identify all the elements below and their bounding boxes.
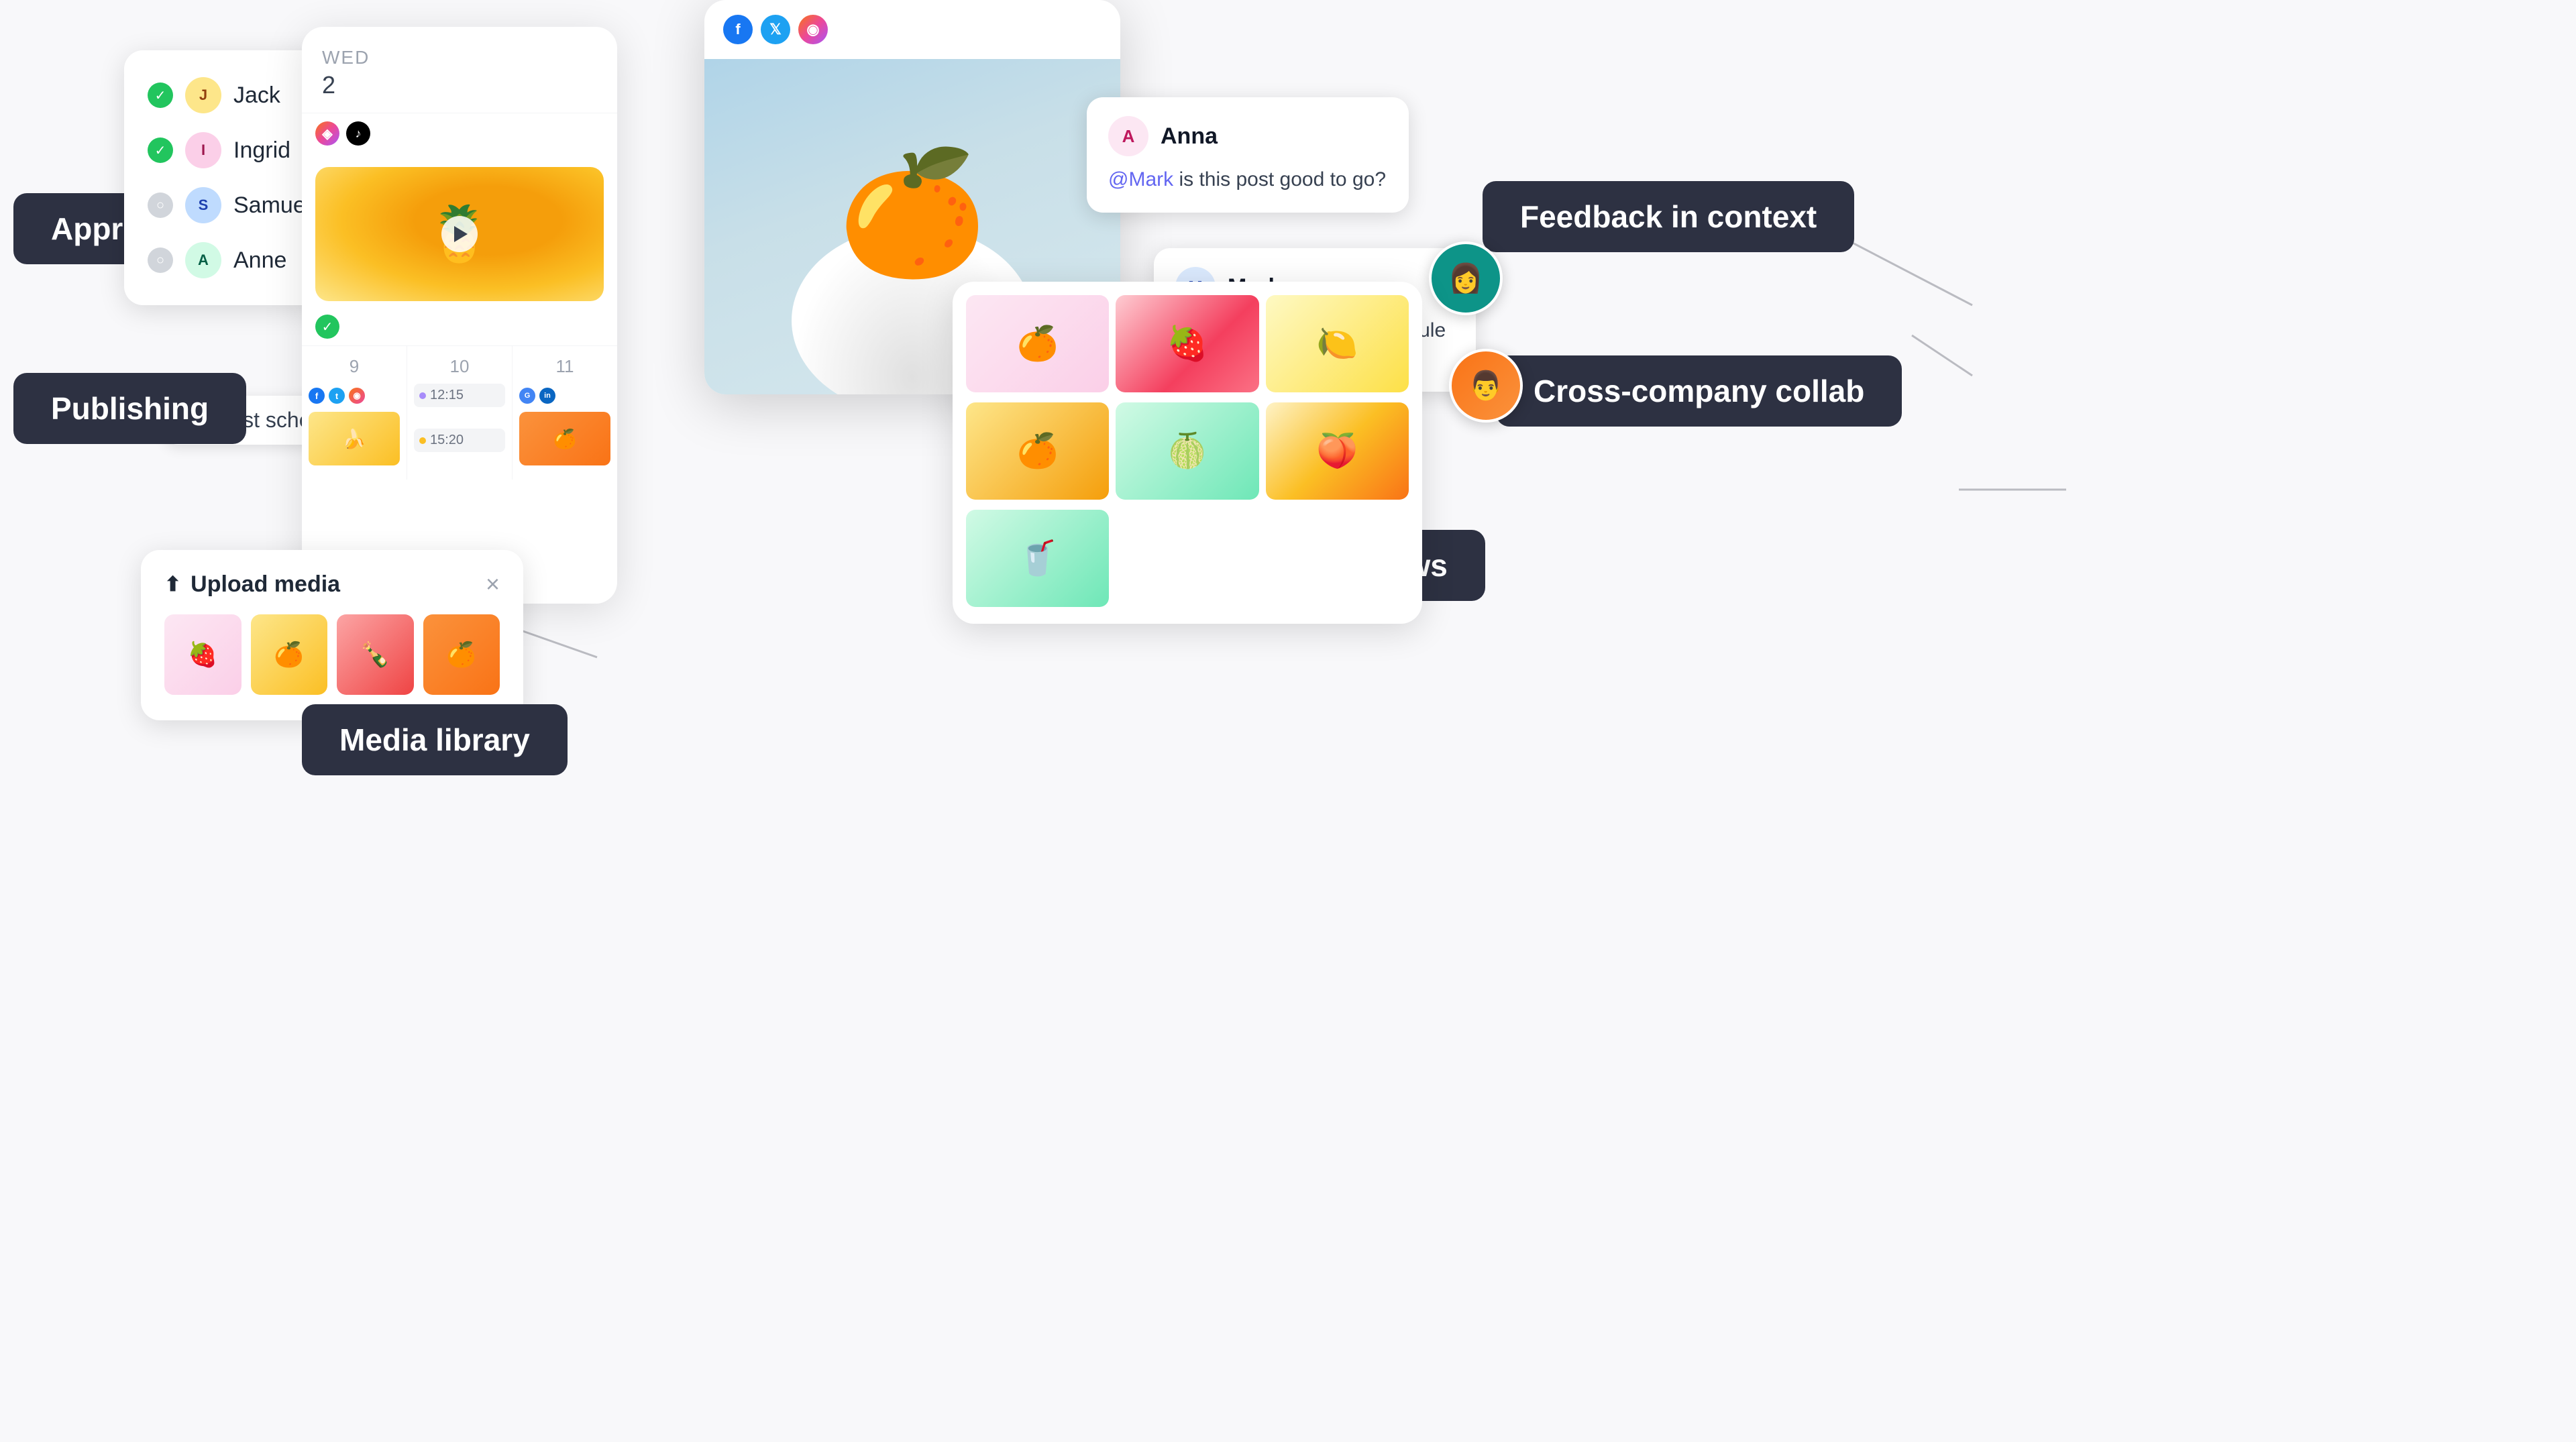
media-grid: 🍊 🍓 🍋 🍊 🍈 🍑 [966,295,1409,610]
cal-col-11: 11 G in 🍊 [513,346,617,480]
play-button[interactable] [441,216,478,252]
yellow-dot [419,437,426,444]
anna-header: A Anna [1108,116,1387,156]
media-cell-6: 🍑 [1266,402,1409,500]
status-pending-anne: ○ [148,247,173,273]
thumb-wrap-2: 🍊 [251,614,328,700]
avatar-ingrid: I [185,132,221,168]
feedback-in-context-label: Feedback in context [1483,181,1854,252]
anna-text: is this post good to go? [1179,168,1386,190]
media-cell-1: 🍊 [966,295,1109,392]
social-icons-11: G in [519,384,610,408]
name-ingrid: Ingrid [233,137,290,164]
time-1520: 15:20 [430,433,464,448]
upload-header: ⬆ Upload media × [164,570,500,598]
mini-post-11: 🍊 [519,412,610,465]
publishing-label: Publishing [13,373,246,444]
anna-message: @Mark is this post good to go? [1108,166,1387,194]
mini-post-9: 🍌 [309,412,400,465]
name-samuel: Samuel [233,192,311,219]
social-icons-9: f t ◉ [309,384,400,408]
instagram-icon: ◈ [315,121,339,146]
media-thumb-4[interactable]: 🍊 [423,614,500,695]
media-library-label: Media library [302,704,568,775]
timeslot-1215: 12:15 [414,384,505,407]
cal-date-9: 9 [309,356,400,377]
cal-date-10: 10 [414,356,505,377]
tiktok-icon: ♪ [346,121,370,146]
post-social-icons: f 𝕏 ◉ [723,15,828,44]
planning-panel: WED 2 ◈ ♪ 🍍 ✓ 9 [302,27,617,604]
thumb-wrap-4: 🍊 [423,614,500,700]
li-icon-11: in [539,388,555,404]
calendar-lower: 9 f t ◉ 🍌 10 12:15 15:20 [302,345,617,480]
post-header: f 𝕏 ◉ [704,0,1120,59]
thumb-wrap-1: 🍓 [164,614,241,700]
upload-title-text: Upload media [191,571,340,598]
media-cell-7: 🥤 [966,510,1109,607]
media-thumb-1[interactable]: 🍓 [164,614,241,695]
facebook-icon: f [723,15,753,44]
feedback-bubble-anna: A Anna @Mark is this post good to go? [1087,97,1409,213]
media-thumb-3[interactable]: 🍾 [337,614,414,695]
upload-close-button[interactable]: × [486,570,500,598]
timeslot-1520: 15:20 [414,429,505,452]
cal-post-item-1: 🍍 [315,167,604,301]
media-cell-3: 🍋 [1266,295,1409,392]
avatar-anne: A [185,242,221,278]
ig-icon-9: ◉ [349,388,365,404]
purple-dot [419,392,426,399]
media-cell-5: 🍈 [1116,402,1258,500]
media-thumbnails: 🍓 🍊 🍾 🍊 [164,614,500,700]
tw-icon-9: t [329,388,345,404]
check-circle: ✓ [315,315,339,339]
cal-date-11: 11 [519,356,610,377]
avatar-anna: A [1108,116,1148,156]
upload-title: ⬆ Upload media [164,571,340,598]
cal-day-num: 2 [322,71,597,99]
anna-mention: @Mark [1108,168,1173,190]
status-approved-ingrid: ✓ [148,137,173,163]
cal-col-10: 10 12:15 15:20 [407,346,513,480]
social-icons-row-1: ◈ ♪ [302,113,617,154]
g-icon-11: G [519,388,535,404]
media-cell-2: 🍓 [1116,295,1258,392]
upload-icon: ⬆ [164,573,181,596]
upload-media-panel: ⬆ Upload media × 🍓 🍊 🍾 🍊 [141,550,523,720]
thumb-wrap-3: 🍾 [337,614,414,700]
status-approved-jack: ✓ [148,82,173,108]
play-triangle-icon [454,226,468,242]
cal-day-label: WED [322,47,597,68]
cal-col-9: 9 f t ◉ 🍌 [302,346,407,480]
time-1215: 12:15 [430,388,464,403]
collab-user-1: 👩 [1429,241,1503,315]
media-grid-panel: 🍊 🍓 🍋 🍊 🍈 🍑 [953,282,1422,624]
fb-icon-9: f [309,388,325,404]
media-cell-4: 🍊 [966,402,1109,500]
calendar-header: WED 2 [302,27,617,113]
instagram-icon-post: ◉ [798,15,828,44]
cal-post-image: 🍍 [315,167,604,301]
name-jack: Jack [233,82,280,109]
cross-company-collab-label: Cross-company collab [1496,355,1902,427]
avatar-jack: J [185,77,221,113]
name-anne: Anne [233,247,286,274]
avatar-samuel: S [185,187,221,223]
anna-name: Anna [1161,123,1218,150]
scene: Approvals ✓ J Jack ✓ I Ingrid ○ S Samuel… [0,0,2576,1442]
media-thumb-2[interactable]: 🍊 [251,614,328,695]
twitter-icon: 𝕏 [761,15,790,44]
collab-user-2: 👨 [1449,349,1523,423]
status-pending-samuel: ○ [148,192,173,218]
